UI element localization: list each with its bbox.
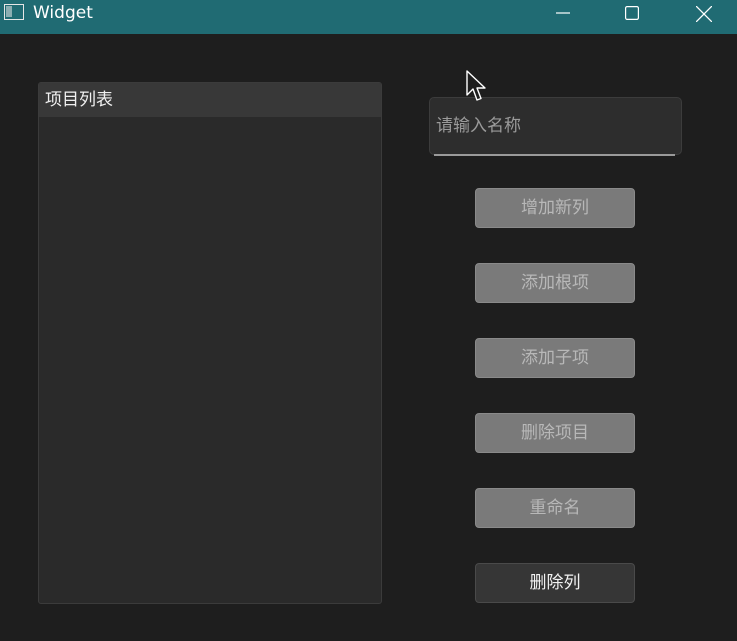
minimize-button[interactable] [540,0,586,28]
tree-header-label: 项目列表 [45,90,113,110]
mouse-cursor-icon [466,70,486,101]
rename-button[interactable]: 重命名 [475,488,635,528]
delete-item-button[interactable]: 删除项目 [475,413,635,453]
delete-column-button[interactable]: 删除列 [475,563,635,603]
widget-window: Widget 项目列表 增加新列 添加根项 添加子项 删除项目 重命名 删除列 [0,0,737,641]
project-tree[interactable]: 项目列表 [38,82,382,604]
tree-header[interactable]: 项目列表 [39,83,381,117]
maximize-button[interactable] [609,0,655,28]
maximize-icon [625,6,639,20]
close-button[interactable] [680,0,726,28]
add-child-item-button[interactable]: 添加子项 [475,338,635,378]
app-icon [4,4,24,20]
minimize-icon [556,12,570,14]
title-bar[interactable]: Widget [0,0,737,34]
window-title: Widget [33,3,93,23]
add-column-button[interactable]: 增加新列 [475,188,635,228]
name-input[interactable] [429,97,682,155]
add-root-item-button[interactable]: 添加根项 [475,263,635,303]
close-icon [696,6,712,22]
input-underline [434,154,675,156]
